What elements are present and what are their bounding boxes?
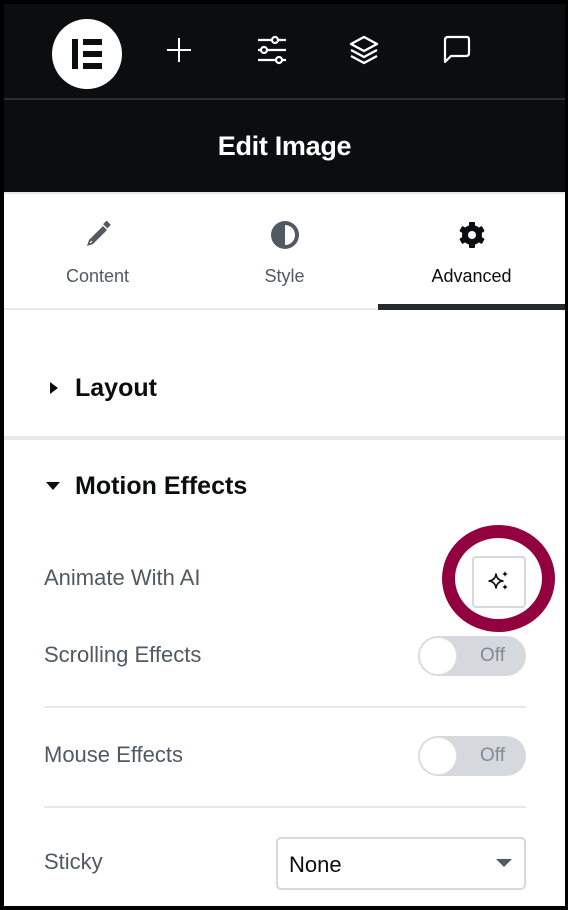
notes-comment-icon[interactable] <box>436 30 476 70</box>
elementor-logo[interactable] <box>52 19 122 89</box>
tab-bar: Content Style Advanced <box>4 192 565 310</box>
add-icon[interactable] <box>159 30 199 70</box>
tab-advanced[interactable]: Advanced <box>378 194 565 310</box>
caret-down-icon <box>46 482 60 490</box>
section-layout[interactable]: Layout <box>4 372 565 404</box>
active-tab-indicator <box>378 304 565 310</box>
toggle-knob <box>419 737 457 775</box>
caret-right-icon <box>50 382 58 394</box>
panel-header: Edit Image <box>4 100 565 192</box>
section-divider <box>4 436 565 440</box>
contrast-half-circle-icon <box>269 218 301 252</box>
tab-style[interactable]: Style <box>191 194 378 308</box>
scrolling-effects-label: Scrolling Effects <box>44 642 202 667</box>
top-toolbar <box>4 4 565 100</box>
structure-layers-icon[interactable] <box>344 30 384 70</box>
ai-sparkle-icon <box>488 571 508 590</box>
section-layout-title: Layout <box>75 373 157 402</box>
scrolling-effects-toggle[interactable]: Off <box>418 636 526 676</box>
toggle-state: Off <box>480 645 505 666</box>
gear-icon <box>457 218 487 252</box>
sticky-select[interactable]: None <box>276 837 526 890</box>
toggle-knob <box>419 637 457 675</box>
sticky-select-value: None <box>289 852 342 877</box>
mouse-effects-toggle[interactable]: Off <box>418 736 526 776</box>
toggle-state: Off <box>480 745 505 766</box>
animate-ai-button[interactable] <box>472 556 526 608</box>
animate-ai-label: Animate With AI <box>44 565 201 590</box>
control-divider <box>44 806 526 808</box>
tab-style-label: Style <box>264 266 305 286</box>
sticky-label: Sticky <box>44 849 103 874</box>
section-motion-effects[interactable]: Motion Effects <box>4 470 565 502</box>
site-settings-icon[interactable] <box>252 30 292 70</box>
tab-content-label: Content <box>65 266 130 286</box>
tab-content[interactable]: Content <box>4 194 191 308</box>
mouse-effects-label: Mouse Effects <box>44 742 183 767</box>
pencil-icon <box>83 218 113 252</box>
control-divider <box>44 706 526 708</box>
chevron-down-icon <box>496 859 512 867</box>
editor-panel: Edit Image Content Style Advanced Layout… <box>4 4 565 906</box>
page-title: Edit Image <box>217 130 352 161</box>
tab-advanced-label: Advanced <box>431 266 512 286</box>
section-motion-effects-title: Motion Effects <box>75 471 248 500</box>
